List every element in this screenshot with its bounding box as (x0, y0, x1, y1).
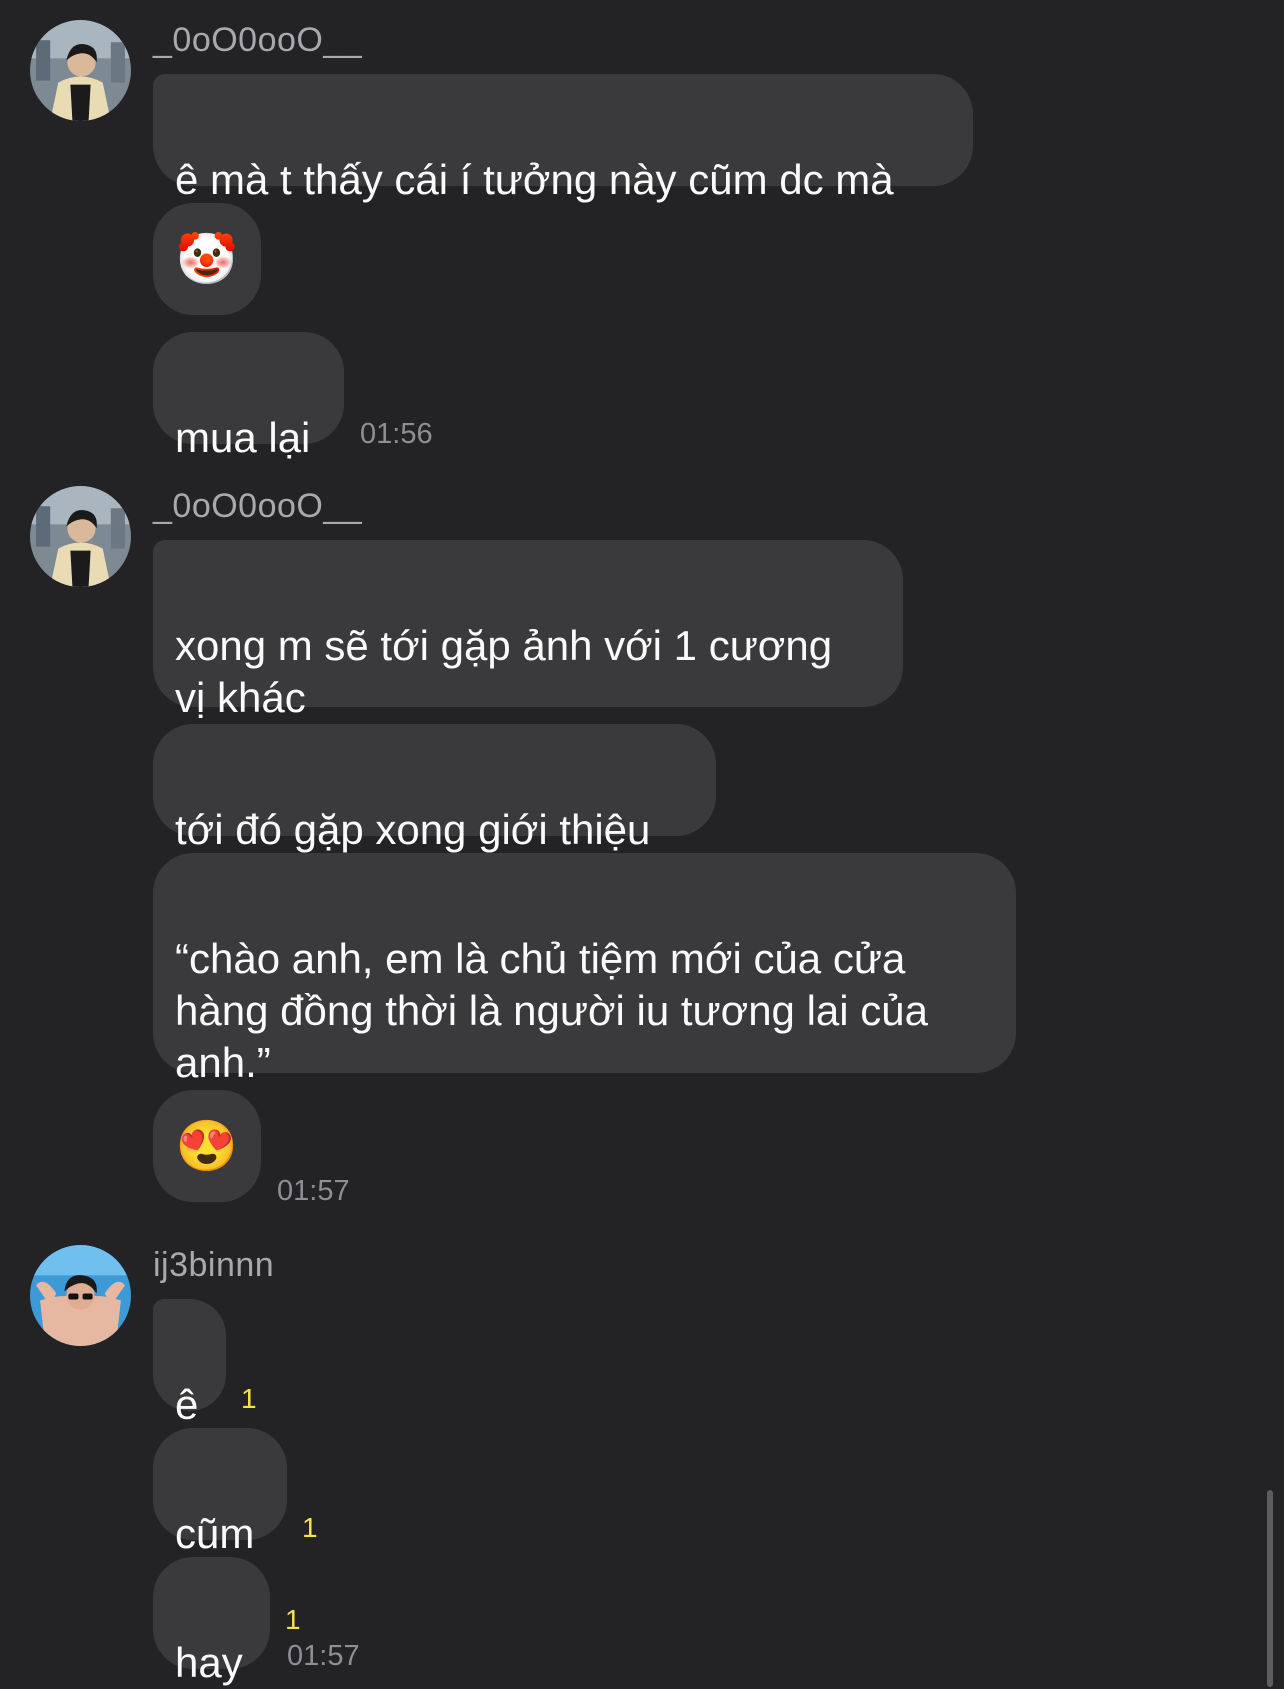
message-text: mua lại (175, 414, 311, 461)
message-text: “chào anh, em là chủ tiệm mới của cửa hà… (175, 935, 928, 1086)
sender-avatar-1[interactable] (30, 20, 131, 121)
message-text: hay (175, 1639, 243, 1686)
message-bubble[interactable]: 😍 (153, 1090, 261, 1202)
message-timestamp: 01:57 (287, 1640, 360, 1672)
clown-face-emoji-icon: 🤡 (175, 231, 239, 287)
message-text: tới đó gặp xong giới thiệu (175, 806, 651, 853)
message-bubble[interactable]: mua lại (153, 332, 344, 461)
message-bubble[interactable]: “chào anh, em là chủ tiệm mới của cửa hà… (153, 853, 1016, 1086)
sender-name: _0oO0ooO__ (153, 487, 363, 525)
message-bubble[interactable]: tới đó gặp xong giới thiệu (153, 724, 716, 853)
sender-name: _0oO0ooO__ (153, 21, 363, 59)
message-timestamp: 01:57 (277, 1175, 350, 1207)
message-bubble[interactable]: cũm (153, 1428, 287, 1557)
message-bubble[interactable]: ê mà t thấy cái í tưởng này cũm dc mà (153, 74, 973, 203)
message-bubble[interactable]: xong m sẽ tới gặp ảnh với 1 cương vị khá… (153, 540, 903, 721)
avatar-photo-icon (30, 20, 131, 121)
unread-count-badge: 1 (285, 1604, 301, 1635)
unread-count-badge: 1 (241, 1383, 257, 1414)
message-bubble[interactable]: ê (153, 1299, 226, 1428)
sender-avatar-2[interactable] (30, 486, 131, 587)
avatar-photo-icon (30, 486, 131, 587)
message-bubble[interactable]: hay (153, 1557, 270, 1686)
unread-count-badge: 1 (302, 1512, 318, 1543)
message-text: xong m sẽ tới gặp ảnh với 1 cương vị khá… (175, 622, 833, 721)
message-text: cũm (175, 1510, 255, 1557)
message-text: ê mà t thấy cái í tưởng này cũm dc mà (175, 156, 894, 203)
sender-name: ij3binnn (153, 1246, 275, 1284)
heart-eyes-emoji-icon: 😍 (175, 1118, 239, 1174)
message-text: ê (175, 1381, 199, 1428)
message-bubble[interactable]: 🤡 (153, 203, 261, 315)
avatar-photo-icon (30, 1245, 131, 1346)
scrollbar[interactable] (1267, 1490, 1273, 1687)
sender-avatar-3[interactable] (30, 1245, 131, 1346)
message-timestamp: 01:56 (360, 418, 433, 450)
